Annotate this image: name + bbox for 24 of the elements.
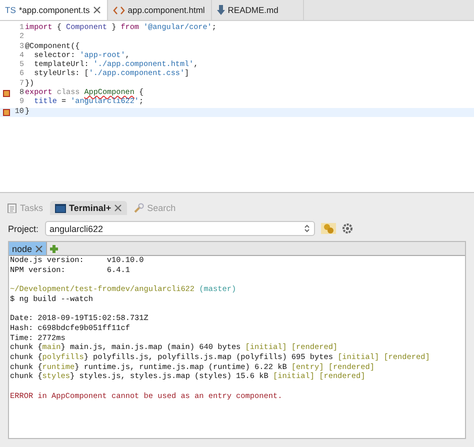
session-tab[interactable]: node	[9, 242, 48, 255]
close-icon	[92, 6, 101, 14]
file-type-label: TS	[5, 5, 16, 15]
updown-caret-icon	[304, 224, 310, 233]
view-tab[interactable]: Terminal+	[50, 201, 128, 215]
settings-toggle-button[interactable]	[320, 223, 336, 234]
project-label: Project:	[8, 224, 39, 234]
tab-label: app.component.html	[128, 5, 205, 15]
error-marker-icon	[3, 108, 10, 116]
error-marker-icon	[3, 90, 10, 98]
clipboard-icon	[7, 203, 17, 213]
editor-tab[interactable]: TS *app.component.ts	[0, 0, 108, 20]
project-dropdown[interactable]: angularcli622	[44, 221, 315, 236]
close-icon	[35, 244, 44, 252]
plus-icon	[49, 244, 60, 254]
code-brackets-icon	[112, 6, 125, 14]
settings-icon[interactable]	[342, 223, 353, 234]
close-icon	[114, 204, 122, 212]
tab-label: README.md	[228, 5, 278, 15]
search-icon	[134, 203, 144, 213]
tab-label: *app.component.ts	[18, 5, 90, 15]
gears-icon	[322, 223, 334, 234]
terminal-icon	[55, 204, 66, 212]
down-arrow-icon	[216, 5, 225, 15]
